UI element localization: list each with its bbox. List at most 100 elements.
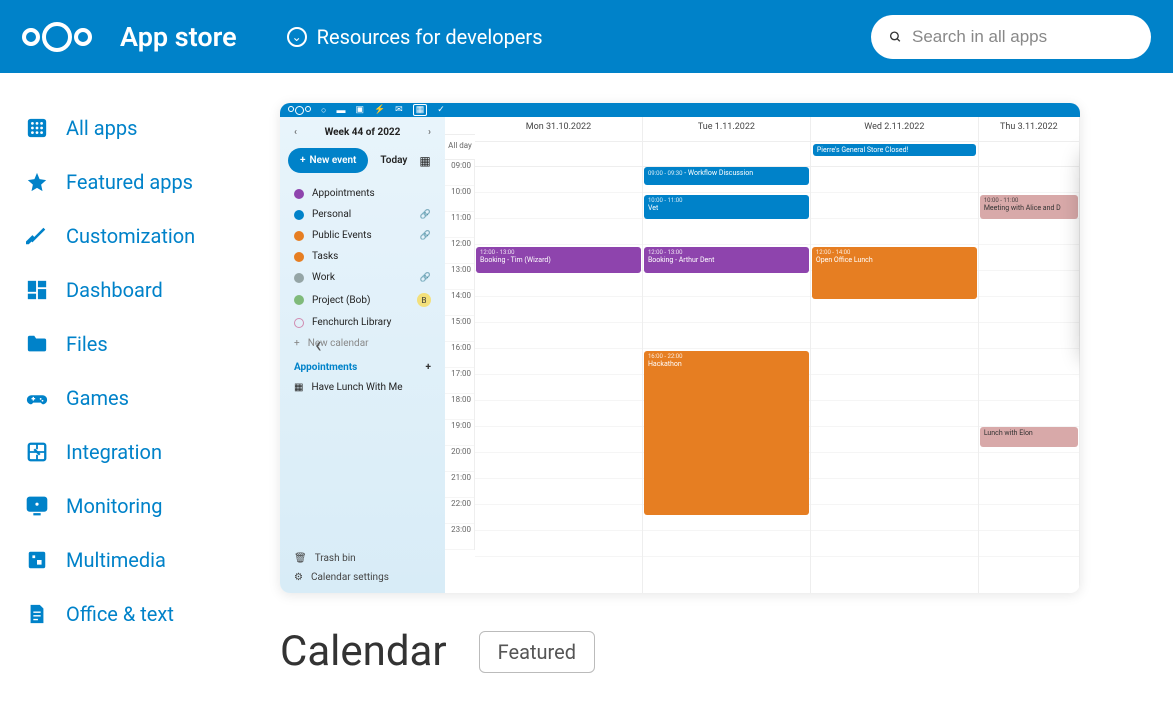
sidebar-item-integration[interactable]: Integration bbox=[26, 425, 280, 479]
chevron-down-circle-icon: ⌄ bbox=[287, 27, 307, 47]
appointment-item[interactable]: ▦Have Lunch With Me bbox=[288, 377, 437, 398]
allday-label: All day bbox=[445, 135, 475, 160]
calendar-item[interactable]: Personal🔗 bbox=[288, 204, 437, 225]
day-column-tue: Tue 1.11.2022 09:00 - 09:30 - Workflow D… bbox=[643, 117, 811, 593]
next-week-button[interactable]: › bbox=[428, 127, 431, 138]
search-container bbox=[871, 15, 1151, 59]
sidebar: All apps Featured apps Customization Das… bbox=[0, 73, 280, 676]
settings-button[interactable]: ⚙Calendar settings bbox=[288, 568, 438, 587]
sidebar-item-label: Dashboard bbox=[66, 278, 163, 302]
multimedia-icon bbox=[26, 549, 48, 571]
monitor-icon bbox=[26, 495, 48, 517]
prev-week-button[interactable]: ‹ bbox=[294, 127, 297, 138]
day-column-thu: Thu 3.11.2022 10:00 - 11:00Meeting with … bbox=[979, 117, 1080, 593]
activity-nav-icon: ⚡ bbox=[374, 105, 385, 115]
avatar-badge: B bbox=[417, 293, 431, 307]
calendar-item[interactable]: Fenchurch Library bbox=[288, 312, 437, 333]
sidebar-item-monitoring[interactable]: Monitoring bbox=[26, 479, 280, 533]
sidebar-item-label: Customization bbox=[66, 224, 195, 248]
sidebar-item-label: All apps bbox=[66, 116, 137, 140]
resources-link[interactable]: ⌄ Resources for developers bbox=[287, 25, 543, 49]
sidebar-item-dashboard[interactable]: Dashboard bbox=[26, 263, 280, 317]
calendar-item[interactable]: Public Events🔗 bbox=[288, 225, 437, 246]
share-icon: 🔗 bbox=[420, 273, 431, 283]
sidebar-item-label: Files bbox=[66, 332, 108, 356]
sidebar-item-all-apps[interactable]: All apps bbox=[26, 101, 280, 155]
app-name: Calendar bbox=[280, 627, 447, 676]
search-input[interactable] bbox=[912, 27, 1133, 47]
page-title: App store bbox=[120, 21, 237, 53]
folder-icon bbox=[26, 333, 48, 355]
day-header: Wed 2.11.2022 bbox=[811, 117, 978, 142]
tools-icon bbox=[26, 225, 48, 247]
trash-icon: 🗑 bbox=[294, 553, 307, 564]
sidebar-item-files[interactable]: Files bbox=[26, 317, 280, 371]
day-header: Mon 31.10.2022 bbox=[475, 117, 642, 142]
integration-icon bbox=[26, 441, 48, 463]
calendar-event[interactable]: Lunch with Elon bbox=[980, 427, 1078, 447]
trash-button[interactable]: 🗑Trash bin bbox=[288, 549, 438, 568]
search-icon bbox=[889, 27, 902, 47]
day-header: Tue 1.11.2022 bbox=[643, 117, 810, 142]
main-content: ○ ▬ ▣ ⚡ ✉ ▦ ✓ ‹ Week 44 of 2022 › bbox=[280, 73, 1173, 676]
screenshot-sidebar: ‹ Week 44 of 2022 › + New event Today ▦ … bbox=[280, 117, 445, 593]
app-title-row: Calendar Featured bbox=[280, 627, 1173, 676]
new-event-button[interactable]: + New event bbox=[288, 148, 368, 173]
calendar-item[interactable]: Appointments bbox=[288, 183, 437, 204]
sidebar-item-label: Featured apps bbox=[66, 170, 193, 194]
calendar-list: Appointments Personal🔗 Public Events🔗 Ta… bbox=[288, 183, 437, 354]
calendar-event[interactable]: 09:00 - 09:30 - Workflow Discussion bbox=[644, 167, 809, 185]
calendar-icon: ▦ bbox=[294, 382, 303, 393]
share-icon: 🔗 bbox=[420, 231, 431, 241]
day-header: Thu 3.11.2022 bbox=[979, 117, 1079, 142]
calendar-event[interactable]: 10:00 - 11:00Meeting with Alice and D bbox=[980, 195, 1078, 219]
appointments-section: Appointments + bbox=[288, 354, 437, 377]
featured-badge: Featured bbox=[479, 631, 595, 673]
calendar-grid: All day 09:0010:0011:00 12:0013:0014:00 … bbox=[445, 117, 1080, 593]
calendar-item[interactable]: Work🔗 bbox=[288, 267, 437, 288]
allday-event[interactable]: Pierre's General Store Closed! bbox=[813, 144, 976, 156]
calendar-item[interactable]: Project (Bob)B bbox=[288, 288, 437, 312]
calendar-event[interactable]: 10:00 - 11:00Vet bbox=[644, 195, 809, 219]
share-icon: 🔗 bbox=[420, 210, 431, 220]
sidebar-item-label: Games bbox=[66, 386, 129, 410]
week-label: Week 44 of 2022 bbox=[325, 127, 401, 138]
calendar-event[interactable]: 12:00 - 13:00Booking - Tim (Wizard) bbox=[476, 247, 641, 273]
sidebar-item-label: Monitoring bbox=[66, 494, 162, 518]
tasks-nav-icon: ✓ bbox=[437, 105, 445, 115]
nextcloud-logo-icon bbox=[22, 22, 92, 52]
calendar-nav-icon: ▦ bbox=[413, 104, 428, 116]
sidebar-item-office-text[interactable]: Office & text bbox=[26, 587, 280, 641]
sidebar-item-games[interactable]: Games bbox=[26, 371, 280, 425]
add-appointment-button[interactable]: + bbox=[426, 362, 431, 373]
logo[interactable]: App store bbox=[22, 21, 237, 53]
sidebar-item-label: Office & text bbox=[66, 602, 174, 626]
dashboard-nav-icon: ○ bbox=[321, 105, 326, 116]
calendar-event[interactable]: 12:00 - 13:00Booking - Arthur Dent bbox=[644, 247, 809, 273]
sidebar-item-featured-apps[interactable]: Featured apps bbox=[26, 155, 280, 209]
sidebar-item-label: Multimedia bbox=[66, 548, 166, 572]
new-calendar-button[interactable]: +New calendar bbox=[288, 333, 437, 354]
view-toggle-icon[interactable]: ▦ bbox=[419, 154, 430, 168]
app-screenshot: ○ ▬ ▣ ⚡ ✉ ▦ ✓ ‹ Week 44 of 2022 › bbox=[280, 103, 1080, 593]
time-column: 09:0010:0011:00 12:0013:0014:00 15:0016:… bbox=[445, 160, 475, 550]
top-bar: App store ⌄ Resources for developers bbox=[0, 0, 1173, 73]
grid-icon bbox=[26, 117, 48, 139]
calendar-event[interactable]: 16:00 - 22:00Hackathon bbox=[644, 351, 809, 515]
star-icon bbox=[26, 171, 48, 193]
resources-label: Resources for developers bbox=[317, 25, 543, 49]
document-icon bbox=[26, 603, 48, 625]
sidebar-item-customization[interactable]: Customization bbox=[26, 209, 280, 263]
plus-icon: + bbox=[294, 338, 300, 349]
calendar-item[interactable]: Tasks bbox=[288, 246, 437, 267]
today-button[interactable]: Today bbox=[372, 148, 415, 173]
sidebar-item-label: Integration bbox=[66, 440, 162, 464]
calendar-event[interactable]: 12:00 - 14:00Open Office Lunch bbox=[812, 247, 977, 299]
screenshot-topbar: ○ ▬ ▣ ⚡ ✉ ▦ ✓ bbox=[280, 103, 1080, 117]
dashboard-icon bbox=[26, 279, 48, 301]
sidebar-item-multimedia[interactable]: Multimedia bbox=[26, 533, 280, 587]
photos-nav-icon: ▣ bbox=[355, 105, 364, 115]
gamepad-icon bbox=[26, 387, 48, 409]
day-column-wed: Wed 2.11.2022 Pierre's General Store Clo… bbox=[811, 117, 979, 593]
collapse-sidebar-button[interactable]: ‹ bbox=[315, 333, 322, 358]
